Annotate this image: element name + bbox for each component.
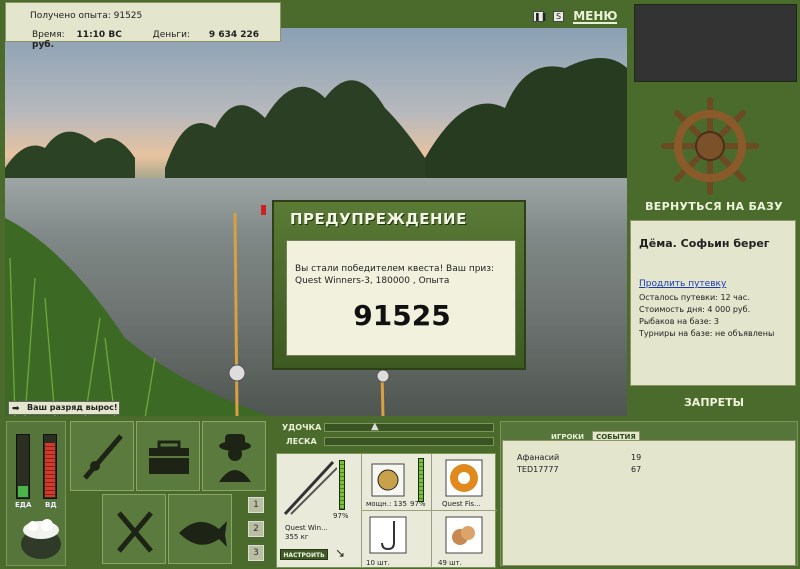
arrow-right-icon: ➡ [12, 404, 20, 414]
water-gauge [43, 434, 57, 499]
tackle-panel: 97% Quest Win... 355 кг НАСТРОИТЬ ↘ мощн… [276, 453, 497, 568]
rod-image[interactable] [281, 458, 337, 518]
resize-arrow-icon: ↘ [335, 546, 346, 560]
reel-image [371, 463, 405, 497]
line-tension-bar [324, 437, 494, 446]
pause-icon[interactable]: ❚❚ [533, 11, 547, 22]
sound-icon[interactable]: S [553, 11, 565, 22]
forest-image [5, 58, 627, 188]
exp-value: 91525 [113, 11, 143, 21]
dialog-message: Вы стали победителем квеста! Ваш приз: Q… [295, 264, 495, 286]
food-gauge [16, 434, 30, 499]
dialog-value: 91525 [353, 299, 451, 332]
rod-line-bars: УДОЧКА ▲ ЛЕСКА [276, 421, 496, 451]
top-controls: ❚❚ S МЕНЮ [533, 6, 618, 24]
fisherman-icon [219, 434, 251, 482]
money-label: Деньги: [152, 30, 191, 40]
players-list: Афанасий 19 TED17777 67 [502, 440, 796, 566]
tournaments-status: Турниры на базе: не объявлены [639, 329, 775, 338]
rod-weight: 355 кг [285, 533, 309, 541]
player-value: 19 [631, 453, 642, 462]
base-info-panel: Дёма. Софьин берег Продлить путевку Оста… [630, 220, 796, 386]
eat-button[interactable] [102, 494, 166, 564]
ship-wheel-icon[interactable] [660, 96, 760, 196]
rod-condition-bar [339, 460, 345, 510]
time-value: 11:10 ВС [76, 30, 122, 40]
time-label: Время: [32, 30, 65, 40]
bait-image [445, 516, 483, 554]
knife-fork-icon [117, 511, 153, 553]
rod-icon [83, 434, 123, 480]
float-icon[interactable] [261, 205, 266, 215]
reel-power: мощн.: 135 [366, 500, 407, 508]
rod-tension-bar [324, 423, 494, 432]
line-spool-image [445, 459, 483, 497]
fish-keepnet-button[interactable] [168, 494, 232, 564]
reel-pct: 97% [410, 500, 426, 508]
hook-count: 10 шт. [366, 559, 390, 567]
tension-marker-icon: ▲ [371, 421, 379, 432]
player-value: 67 [631, 465, 642, 474]
status-gauges: ЕДА ВД [6, 421, 66, 566]
water-label: ВД [45, 501, 57, 509]
line-slot[interactable]: Quest Fis... [431, 454, 497, 510]
bait-count: 49 шт. [438, 559, 462, 567]
rod-1-image[interactable] [215, 213, 255, 416]
rank-up-text: Ваш разряд вырос! [27, 403, 118, 412]
minimap[interactable] [634, 4, 797, 82]
reel-condition-bar [418, 458, 424, 502]
water-level [45, 443, 55, 497]
exp-label: Получено опыта: [30, 11, 111, 21]
tackle-box-icon [149, 440, 189, 474]
hook-slot[interactable]: 10 шт. [361, 510, 431, 568]
rod-name: Quest Win... [285, 524, 328, 532]
player-name[interactable]: TED17777 [517, 465, 559, 474]
food-level [18, 486, 28, 497]
hook-image [369, 516, 407, 554]
extend-permit-link[interactable]: Продлить путевку [639, 279, 726, 289]
money-value: 9 634 226 руб. [32, 30, 260, 50]
rod-2-image[interactable] [367, 368, 397, 416]
slot-3-button[interactable]: 3 [248, 545, 264, 561]
rod-pct: 97% [333, 512, 349, 520]
stats-bar: Получено опыта: 91525 Время: 11:10 ВС Де… [5, 2, 281, 50]
rank-up-notice[interactable]: ➡ Ваш разряд вырос! [8, 401, 120, 415]
reel-slot[interactable]: мощн.: 135 97% [361, 454, 431, 510]
warning-dialog[interactable]: ПРЕДУПРЕЖДЕНИЕ Вы стали победителем квес… [272, 200, 526, 370]
bans-button[interactable]: ЗАПРЕТЫ [630, 396, 798, 409]
dialog-title: ПРЕДУПРЕЖДЕНИЕ [290, 210, 467, 228]
rod-bar-label: УДОЧКА [282, 423, 322, 432]
anglers-count: Рыбаков на базе: 3 [639, 317, 719, 326]
setup-button[interactable]: НАСТРОИТЬ [280, 549, 328, 560]
slot-2-button[interactable]: 2 [248, 521, 264, 537]
slot-1-button[interactable]: 1 [248, 497, 264, 513]
fish-icon [179, 521, 227, 547]
character-button[interactable] [202, 421, 266, 491]
tackle-box-button[interactable] [136, 421, 200, 491]
return-to-base-button[interactable]: ВЕРНУТЬСЯ НА БАЗУ [630, 200, 798, 213]
food-pot-icon[interactable] [17, 512, 65, 562]
rods-button[interactable] [70, 421, 134, 491]
base-name: Дёма. Софьин берег [639, 237, 770, 250]
bait-slot[interactable]: 49 шт. [431, 510, 497, 568]
day-cost: Стоимость дня: 4 000 руб. [639, 305, 751, 314]
line-bar-label: ЛЕСКА [286, 437, 317, 446]
player-name[interactable]: Афанасий [517, 453, 559, 462]
menu-button[interactable]: МЕНЮ [573, 10, 618, 24]
dialog-body: Вы стали победителем квеста! Ваш приз: Q… [286, 240, 516, 356]
line-name: Quest Fis... [442, 500, 481, 508]
food-label: ЕДА [15, 501, 32, 509]
permit-remaining: Осталось путевки: 12 час. [639, 293, 750, 302]
